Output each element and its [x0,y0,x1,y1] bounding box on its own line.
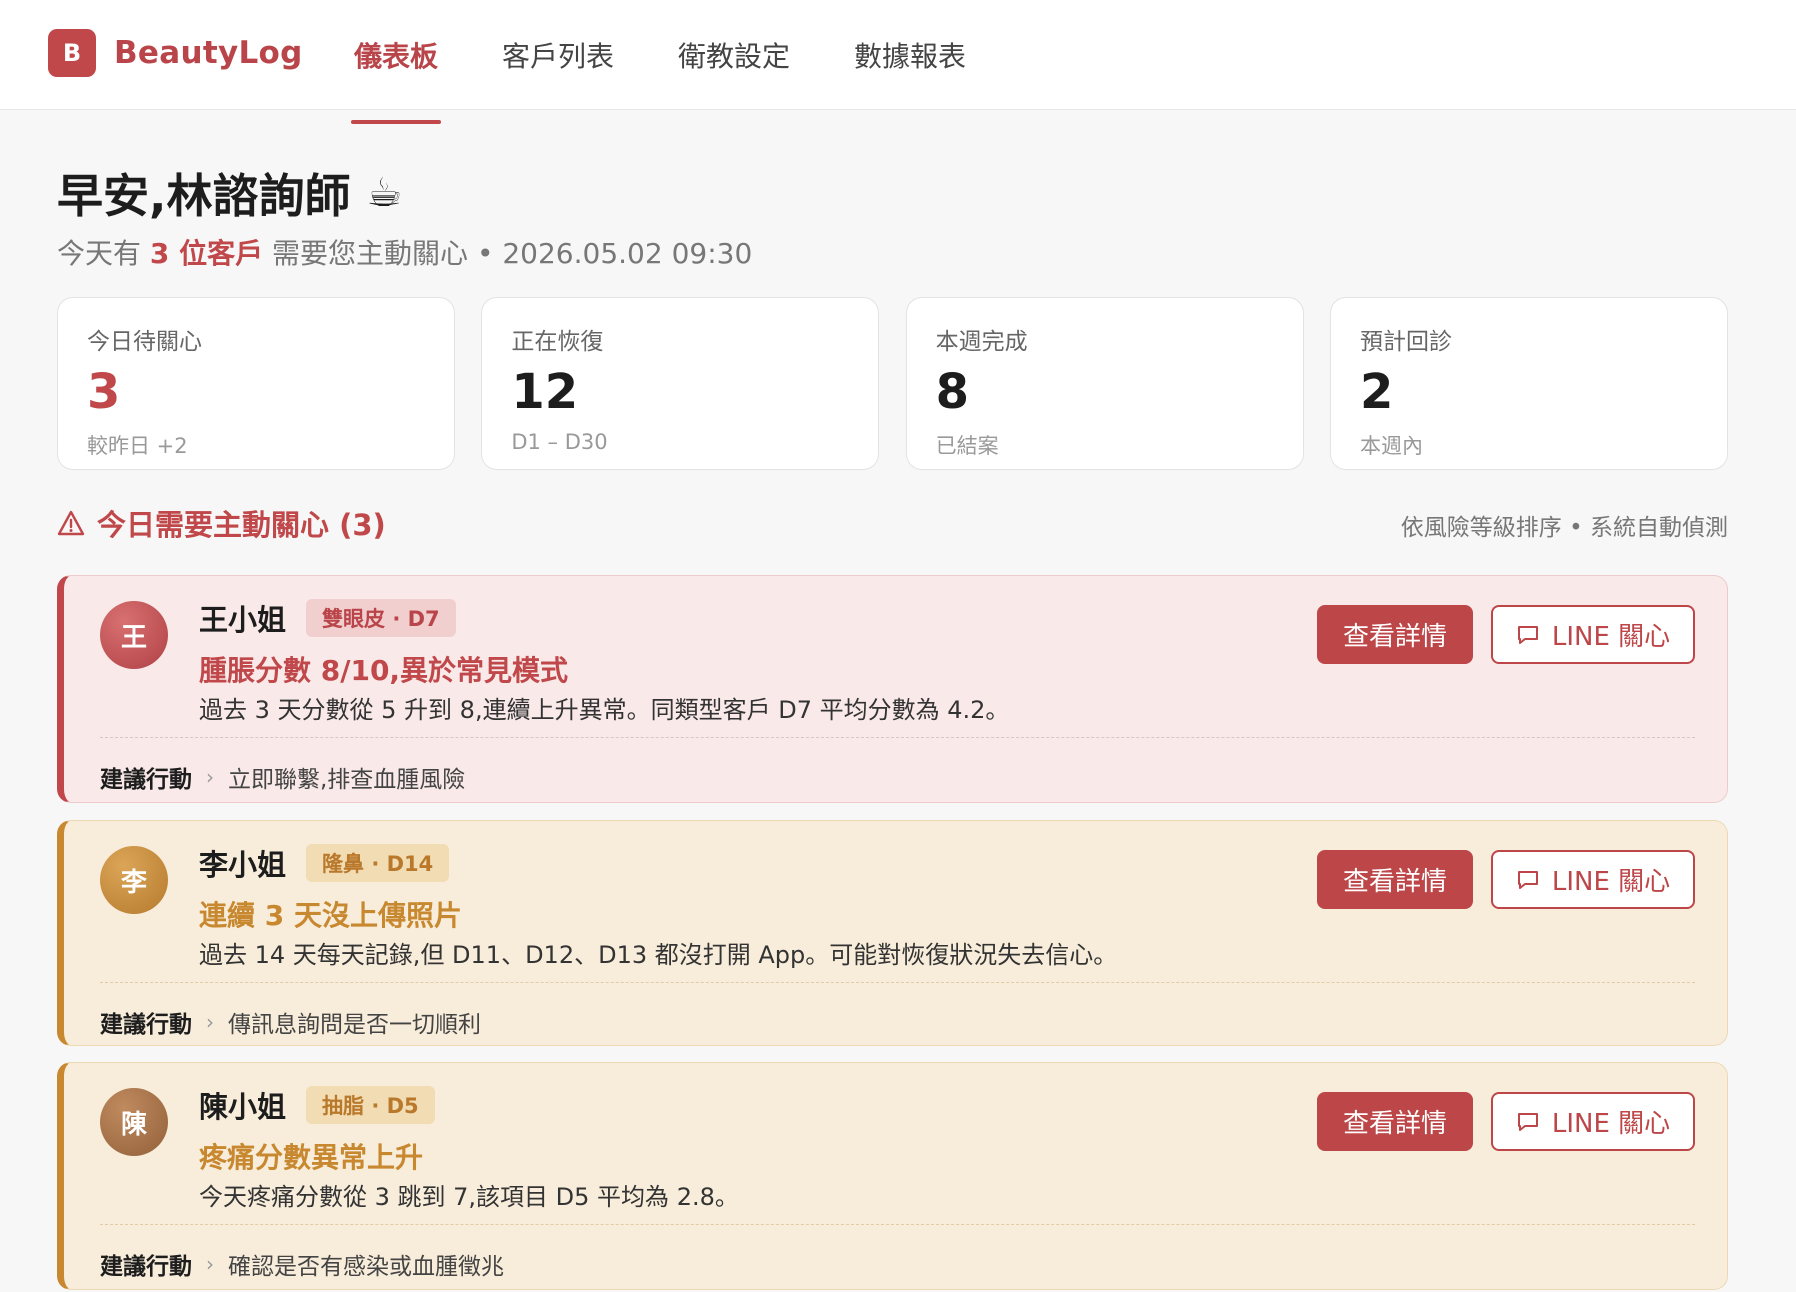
brand-name: BeautyLog [114,35,303,71]
brand[interactable]: B BeautyLog [48,29,303,77]
stat-card-pending-care: 今日待關心 3 較昨日 +2 [57,297,455,470]
stat-value: 8 [935,364,970,420]
coffee-icon: ☕ [366,170,403,216]
action-text: 確認是否有感染或血腫徵兆 [228,1254,504,1280]
client-count-highlight: 3 位客戶 [149,237,264,270]
client-name-row: 王小姐 雙眼皮 · D7 [199,597,456,639]
client-name[interactable]: 李小姐 [199,842,286,884]
chat-bubble-icon [1517,870,1538,889]
view-detail-button[interactable]: 查看詳情 [1317,605,1473,664]
alert-detail: 過去 3 天分數從 5 升到 8,連續上升異常。同類型客戶 D7 平均分數為 4… [199,696,1010,724]
section-title-text: 今日需要主動關心 (3) [97,508,386,542]
divider [100,1224,1695,1225]
view-detail-button[interactable]: 查看詳情 [1317,1092,1473,1151]
stat-note: D1 – D30 [511,430,608,454]
stat-label: 今日待關心 [87,329,202,355]
avatar: 陳 [100,1088,168,1156]
action-key: 建議行動 [100,1254,192,1280]
procedure-badge: 抽脂 · D5 [306,1086,435,1124]
stat-card-expected-revisit: 預計回診 2 本週內 [1329,297,1728,470]
client-name-row: 陳小姐 抽脂 · D5 [199,1084,435,1126]
top-navbar: B BeautyLog 儀表板 客戶列表 衛教設定 數據報表 [0,0,1796,124]
line-care-button[interactable]: LINE 關心 [1491,850,1695,909]
stat-note: 較昨日 +2 [87,434,188,458]
client-name[interactable]: 王小姐 [199,597,286,639]
page-title: 早安,林諮詢師 ☕ [57,160,402,226]
divider [100,737,1695,738]
stat-note: 已結案 [935,434,999,458]
stat-value: 2 [1359,364,1394,420]
divider [100,982,1695,983]
stats-row: 今日待關心 3 較昨日 +2 正在恢復 12 D1 – D30 本週完成 8 已… [57,297,1728,470]
alert-headline: 腫脹分數 8/10,異於常見模式 [199,654,569,687]
stat-note: 本週內 [1359,434,1423,458]
alert-card: 王 王小姐 雙眼皮 · D7 腫脹分數 8/10,異於常見模式 過去 3 天分數… [57,575,1728,803]
subtitle-prefix: 今天有 [57,237,150,270]
stat-label: 本週完成 [935,329,1028,355]
line-care-button[interactable]: LINE 關心 [1491,605,1695,664]
warning-triangle-icon [57,510,85,536]
nav-client-list[interactable]: 客戶列表 [502,0,614,110]
alert-detail: 今天疼痛分數從 3 跳到 7,該項目 D5 平均為 2.8。 [199,1183,739,1211]
chevron-right-icon: › [206,1252,214,1276]
chevron-right-icon: › [206,765,214,789]
brand-logo-icon: B [48,29,96,77]
procedure-badge: 雙眼皮 · D7 [306,599,456,637]
line-care-label: LINE 關心 [1551,622,1671,652]
suggested-action: 建議行動 › 確認是否有感染或血腫徵兆 [100,1247,504,1281]
client-name[interactable]: 陳小姐 [199,1084,286,1126]
stat-card-completed-week: 本週完成 8 已結案 [905,297,1304,470]
greeting-subtitle: 今天有 3 位客戶 需要您主動關心 • 2026.05.02 09:30 [57,232,752,272]
line-care-label: LINE 關心 [1551,867,1671,897]
sort-note: 依風險等級排序 • 系統自動偵測 [1400,515,1728,541]
stat-label: 預計回診 [1359,329,1452,355]
stat-label: 正在恢復 [511,329,604,355]
stat-value: 12 [511,364,579,420]
action-key: 建議行動 [100,1012,192,1038]
nav-education-settings[interactable]: 衛教設定 [678,0,790,110]
suggested-action: 建議行動 › 傳訊息詢問是否一切順利 [100,1005,481,1039]
action-text: 傳訊息詢問是否一切順利 [228,1012,481,1038]
procedure-badge: 隆鼻 · D14 [306,844,450,882]
nav-dashboard[interactable]: 儀表板 [350,0,442,124]
line-care-label: LINE 關心 [1551,1109,1671,1139]
stat-value: 3 [87,364,121,420]
alert-card: 李 李小姐 隆鼻 · D14 連續 3 天沒上傳照片 過去 14 天每天記錄,但… [57,820,1728,1046]
line-care-button[interactable]: LINE 關心 [1491,1092,1695,1151]
stat-card-recovering: 正在恢復 12 D1 – D30 [481,297,880,470]
client-name-row: 李小姐 隆鼻 · D14 [199,842,450,884]
chat-bubble-icon [1517,1112,1538,1131]
chat-bubble-icon [1517,625,1538,644]
avatar: 李 [100,846,168,914]
alert-detail: 過去 14 天每天記錄,但 D11、D12、D13 都沒打開 App。可能對恢復… [199,941,1118,969]
section-title: 今日需要主動關心 (3) [57,502,386,544]
chevron-right-icon: › [206,1010,214,1034]
nav-data-reports[interactable]: 數據報表 [854,0,966,110]
action-text: 立即聯繫,排查血腫風險 [228,767,466,793]
main-nav: 儀表板 客戶列表 衛教設定 數據報表 [350,0,1030,124]
greeting-text: 早安,林諮詢師 [57,169,351,223]
suggested-action: 建議行動 › 立即聯繫,排查血腫風險 [100,760,465,794]
alert-card: 陳 陳小姐 抽脂 · D5 疼痛分數異常上升 今天疼痛分數從 3 跳到 7,該項… [57,1062,1728,1290]
subtitle-suffix: 需要您主動關心 • 2026.05.02 09:30 [263,237,753,270]
action-key: 建議行動 [100,767,192,793]
avatar: 王 [100,601,168,669]
view-detail-button[interactable]: 查看詳情 [1317,850,1473,909]
alert-headline: 疼痛分數異常上升 [199,1141,424,1174]
alert-headline: 連續 3 天沒上傳照片 [199,899,462,932]
